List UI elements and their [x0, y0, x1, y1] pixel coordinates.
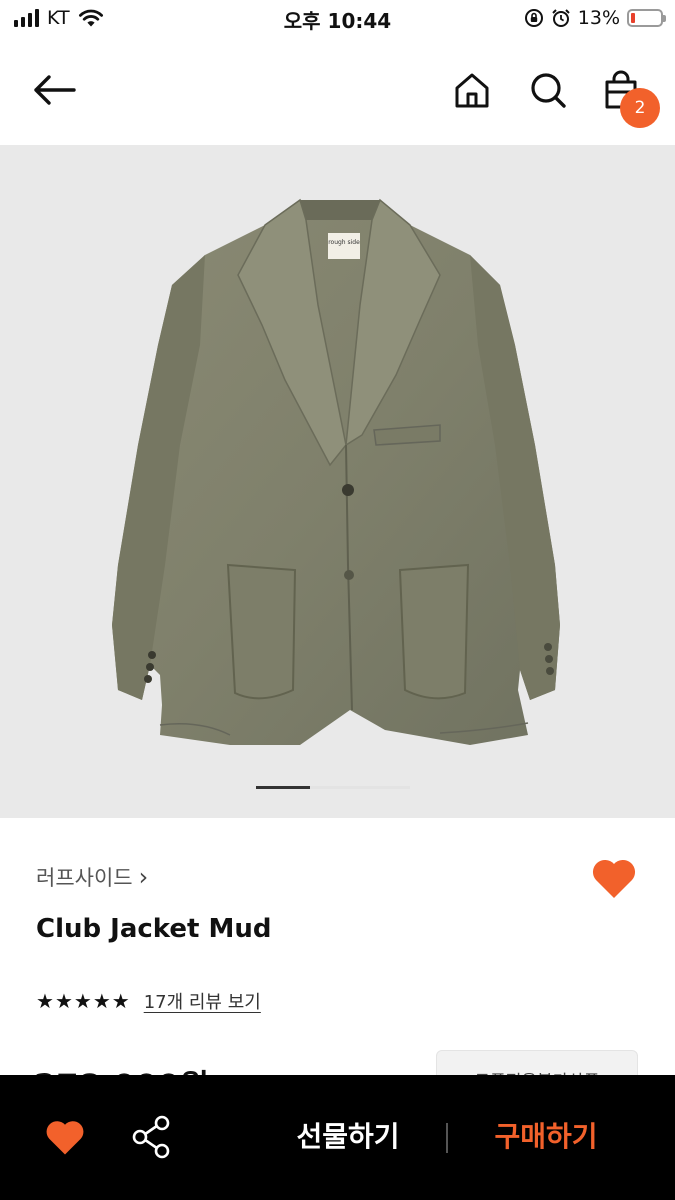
star-icon: ★: [92, 989, 111, 1013]
battery-level: [631, 13, 635, 23]
bottom-action-bar: 선물하기 구매하기: [0, 1075, 675, 1200]
status-bar: KT 오후 10:44 13%: [0, 0, 675, 40]
alarm-icon: [552, 9, 570, 27]
like-button[interactable]: [44, 1117, 86, 1157]
rating-stars: ★ ★ ★ ★ ★: [36, 991, 130, 1011]
home-icon: [455, 73, 489, 108]
pagination-dot: [256, 786, 310, 789]
battery-percent: 13%: [577, 7, 620, 29]
back-button[interactable]: [26, 66, 82, 114]
wishlist-button[interactable]: [590, 856, 638, 900]
cart-count-badge: 2: [620, 88, 660, 128]
heart-icon: [592, 859, 636, 898]
search-icon: [531, 73, 566, 108]
star-icon: ★: [54, 989, 73, 1013]
arrow-left-icon: [34, 75, 76, 105]
orientation-lock-icon: [524, 9, 543, 27]
jacket-photo: rough side: [112, 198, 560, 745]
brand-tag-text: rough side: [328, 239, 360, 246]
product-name: Club Jacket Mud: [36, 914, 272, 944]
image-pagination: [256, 786, 410, 789]
star-icon: ★: [36, 989, 54, 1013]
pagination-dot: [310, 786, 410, 789]
coupon-button[interactable]: 쿠폰적용불가상품: [436, 1050, 638, 1075]
top-nav: 2: [0, 40, 675, 144]
home-button[interactable]: [450, 66, 494, 114]
share-icon: [132, 1115, 170, 1159]
share-button[interactable]: [132, 1115, 172, 1159]
reviews-link[interactable]: 17개 리뷰 보기: [144, 988, 261, 1014]
chevron-right-icon: ›: [138, 863, 149, 891]
star-icon: ★: [73, 989, 92, 1013]
product-image[interactable]: rough side: [0, 145, 675, 818]
buy-button[interactable]: 구매하기: [448, 1115, 644, 1159]
heart-icon: [46, 1121, 84, 1155]
coupon-container: 쿠폰적용불가상품: [436, 1050, 640, 1075]
rating-row: ★ ★ ★ ★ ★ 17개 리뷰 보기: [36, 988, 261, 1014]
battery-icon: [627, 9, 666, 27]
star-icon: ★: [111, 989, 130, 1013]
brand-link[interactable]: 러프사이드 ›: [36, 862, 148, 892]
product-price: 278,000원: [34, 1061, 209, 1075]
search-button[interactable]: [526, 66, 570, 114]
price-container: 278,000원: [34, 1056, 274, 1075]
status-right: 13%: [524, 6, 666, 30]
gift-button[interactable]: 선물하기: [250, 1115, 446, 1159]
brand-name: 러프사이드: [36, 866, 133, 890]
